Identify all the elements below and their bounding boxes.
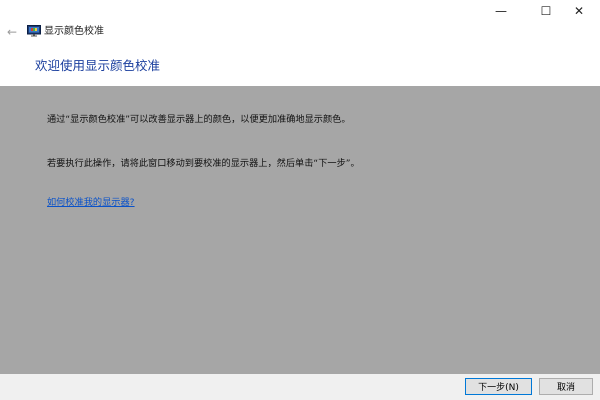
monitor-icon [27,25,41,37]
close-icon[interactable]: ✕ [556,0,600,22]
minimize-icon[interactable]: — [478,0,524,22]
intro-paragraph: 通过“显示颜色校准”可以改善显示器上的颜色，以便更加准确地显示颜色。 [47,114,351,125]
back-arrow-icon[interactable]: ← [4,24,20,40]
navigation-row: ← 显示颜色校准 [0,22,600,42]
content-panel: 通过“显示颜色校准”可以改善显示器上的颜色，以便更加准确地显示颜色。 若要执行此… [0,86,600,374]
footer-bar: 下一步(N) 取消 [0,374,600,400]
help-link[interactable]: 如何校准我的显示器? [47,196,135,209]
window-titlebar: — ☐ ✕ [0,0,600,22]
next-button[interactable]: 下一步(N) [465,378,532,395]
instruction-paragraph: 若要执行此操作，请将此窗口移动到要校准的显示器上，然后单击“下一步”。 [47,158,360,169]
cancel-button[interactable]: 取消 [539,378,593,395]
window-title: 显示颜色校准 [44,26,104,37]
page-title: 欢迎使用显示颜色校准 [35,58,161,73]
